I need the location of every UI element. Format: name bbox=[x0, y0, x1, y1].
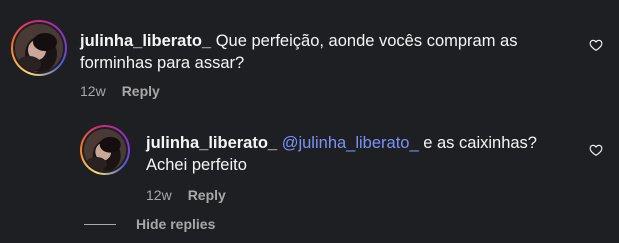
username[interactable]: julinha_liberato_ bbox=[146, 134, 277, 152]
hide-replies-button[interactable]: Hide replies bbox=[84, 216, 215, 232]
username[interactable]: julinha_liberato_ bbox=[80, 32, 211, 50]
heart-icon[interactable] bbox=[589, 38, 603, 52]
avatar[interactable] bbox=[11, 20, 67, 76]
comment: julinha_liberato_ Que perfeição, aonde v… bbox=[0, 0, 619, 110]
reply-meta: 12w Reply bbox=[146, 187, 226, 203]
hide-replies-label: Hide replies bbox=[136, 216, 216, 232]
heart-icon[interactable] bbox=[589, 143, 603, 157]
avatar[interactable] bbox=[80, 125, 130, 175]
reply-button[interactable]: Reply bbox=[122, 83, 160, 99]
timestamp[interactable]: 12w bbox=[80, 83, 106, 99]
reply-comment: julinha_liberato_ @julinha_liberato_ e a… bbox=[0, 110, 619, 210]
reply-button[interactable]: Reply bbox=[188, 187, 226, 203]
divider-line bbox=[84, 223, 116, 225]
comment-meta: 12w Reply bbox=[80, 83, 160, 99]
reply-text: julinha_liberato_ @julinha_liberato_ e a… bbox=[146, 132, 566, 176]
mention-link[interactable]: @julinha_liberato_ bbox=[282, 134, 419, 152]
timestamp[interactable]: 12w bbox=[146, 187, 172, 203]
avatar-photo bbox=[84, 129, 126, 171]
avatar-photo bbox=[15, 24, 63, 72]
comment-text: julinha_liberato_ Que perfeição, aonde v… bbox=[80, 30, 560, 74]
